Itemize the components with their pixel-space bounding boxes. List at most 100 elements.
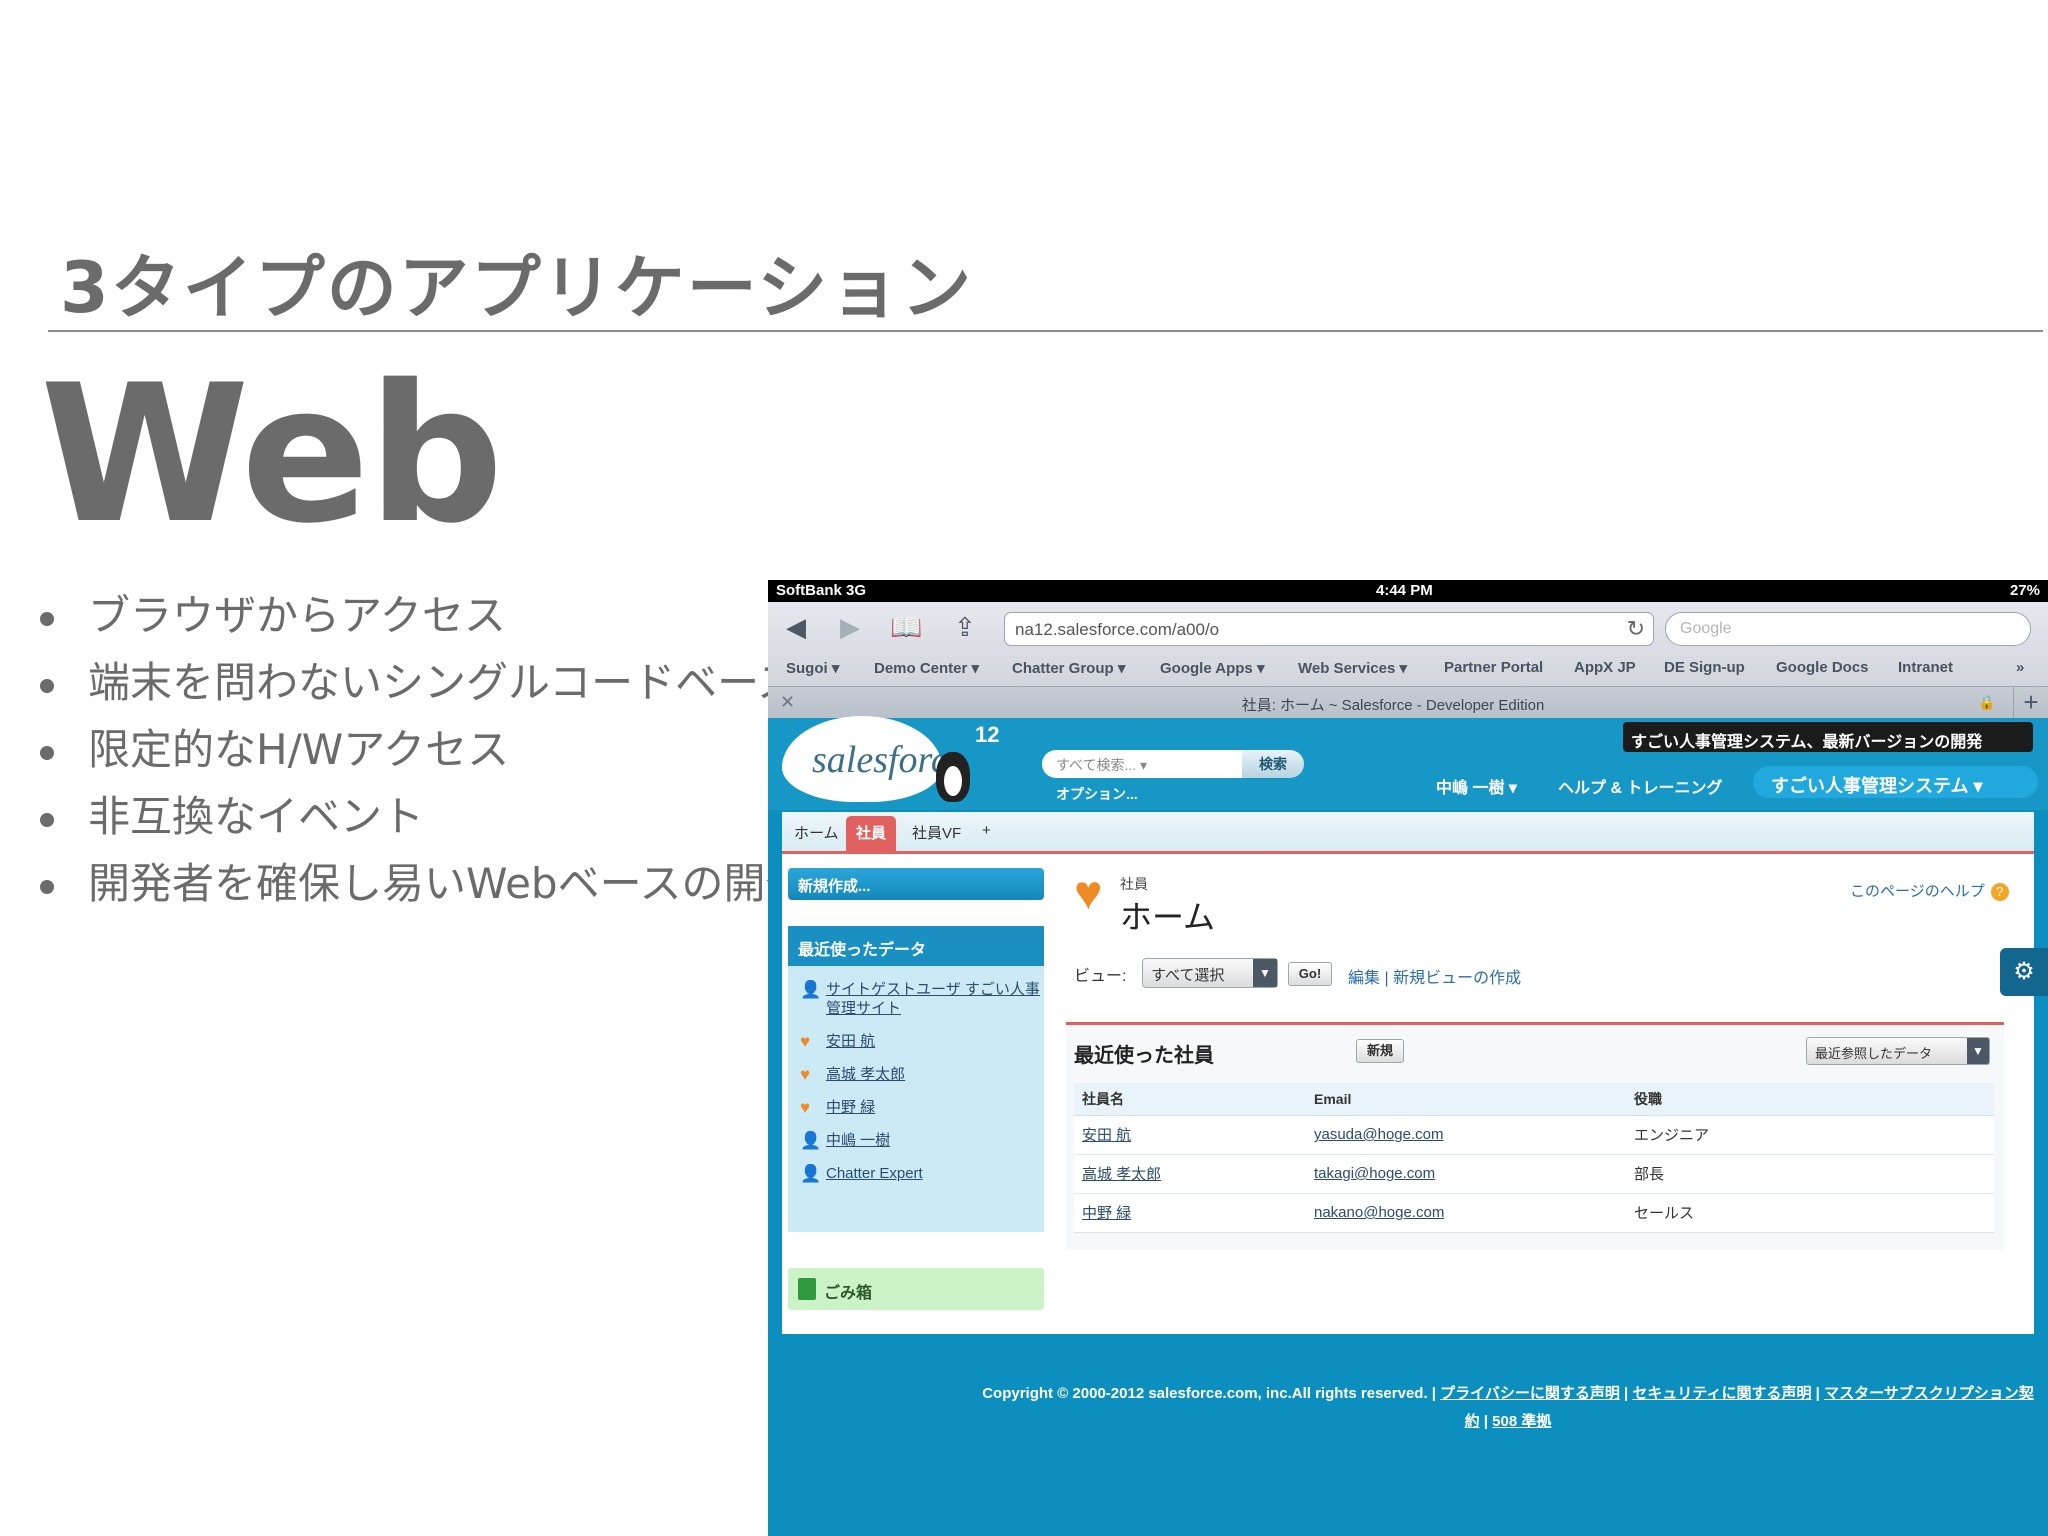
help-icon: ? — [1990, 883, 2009, 901]
app-switcher-menu[interactable]: すごい人事管理システム ▾ — [1753, 766, 2038, 798]
page-title: ホーム — [1120, 899, 1216, 935]
recent-items-panel: 最近使ったデータ 👤 サイトゲストユーザ すごい人事管理サイト ♥ 安田 航 ♥… — [788, 926, 1044, 1232]
view-links: 編集 | 新規ビューの作成 — [1348, 970, 1522, 987]
section-508-link[interactable]: 508 準拠 — [1492, 1413, 1551, 1430]
bullet-item: ブラウザからアクセス — [40, 582, 807, 649]
table-header-row: 社員名 Email 役職 — [1074, 1083, 1994, 1116]
search-options-link[interactable]: オプション... — [1056, 784, 1138, 804]
bullet-list: ブラウザからアクセス 端末を問わないシングルコードベース 限定的なH/Wアクセス… — [40, 582, 807, 917]
bookmark-google-docs[interactable]: Google Docs — [1776, 659, 1869, 676]
object-tab-bar: ホーム 社員 社員VF + — [782, 812, 2034, 854]
recent-item[interactable]: 👤 Chatter Expert — [788, 1164, 1044, 1183]
ios-status-bar: SoftBank 3G 4:44 PM 27% — [768, 580, 2048, 602]
bookmark-sugoi[interactable]: Sugoi ▾ — [786, 659, 839, 677]
gear-icon[interactable]: ⚙ — [2000, 948, 2048, 996]
recent-item[interactable]: ♥ 高城 孝太郎 — [788, 1065, 1044, 1084]
browser-tab-bar: ✕ 社員: ホーム ~ Salesforce - Developer Editi… — [768, 686, 2048, 719]
safari-toolbar: ◀ ▶ 📖 ⇪ na12.salesforce.com/a00/o ↻ Goog… — [768, 602, 2048, 719]
employee-name-link[interactable]: 高城 孝太郎 — [1074, 1154, 1306, 1194]
tab-employees-vf[interactable]: 社員VF — [912, 822, 961, 843]
recent-filter-select[interactable]: 最近参照したデータ ▼ — [1806, 1037, 1990, 1065]
bookmark-partner-portal[interactable]: Partner Portal — [1444, 659, 1543, 676]
column-header[interactable]: Email — [1306, 1083, 1626, 1116]
tab-add-icon[interactable]: + — [982, 822, 991, 839]
bullet-item: 開発者を確保し易いWebベースの開発 — [40, 850, 807, 917]
employee-title: セールス — [1626, 1193, 1994, 1233]
google-search-field[interactable]: Google — [1665, 612, 2031, 646]
recent-item[interactable]: 👤 中嶋 一樹 — [788, 1131, 1044, 1150]
slide-heading: 3タイプのアプリケーション — [60, 247, 974, 329]
penguin-mascot-icon — [936, 752, 970, 802]
bookmark-appx-jp[interactable]: AppX JP — [1574, 659, 1636, 676]
column-header[interactable]: 役職 — [1626, 1083, 1994, 1116]
recent-employees-list: 最近使った社員 新規 最近参照したデータ ▼ 社員名 Email 役職 安田 航… — [1066, 1022, 2004, 1250]
reload-icon[interactable]: ↻ — [1627, 616, 1645, 642]
recent-item[interactable]: 👤 サイトゲストユーザ すごい人事管理サイト — [788, 980, 1044, 1018]
user-icon: 👤 — [800, 980, 822, 999]
user-icon: 👤 — [800, 1131, 822, 1150]
view-select[interactable]: すべて選択 ▼ — [1142, 958, 1278, 988]
recent-item[interactable]: ♥ 中野 緑 — [788, 1098, 1044, 1117]
heart-icon: ♥ — [800, 1098, 811, 1117]
column-header[interactable]: 社員名 — [1074, 1083, 1306, 1116]
heading-divider — [48, 330, 2043, 332]
bullet-item: 端末を問わないシングルコードベース — [40, 649, 807, 716]
heart-icon: ♥ — [800, 1032, 811, 1051]
trash-icon — [798, 1278, 816, 1300]
salesforce-logo[interactable]: salesforce — [782, 716, 965, 802]
copyright-text: Copyright © 2000-2012 salesforce.com, in… — [982, 1385, 1436, 1402]
tab-home[interactable]: ホーム — [794, 822, 839, 843]
new-tab-icon[interactable]: + — [2013, 687, 2048, 719]
bookmarks-overflow-icon[interactable]: » — [2016, 659, 2024, 676]
edit-view-link[interactable]: 編集 — [1348, 970, 1380, 987]
view-label: ビュー: — [1074, 968, 1127, 985]
bookmark-de-signup[interactable]: DE Sign-up — [1664, 659, 1745, 676]
employee-email-link[interactable]: yasuda@hoge.com — [1306, 1115, 1626, 1155]
bookmark-demo-center[interactable]: Demo Center ▾ — [874, 659, 979, 677]
new-view-link[interactable]: 新規ビューの作成 — [1393, 970, 1521, 987]
tab-employees[interactable]: 社員 — [846, 816, 897, 854]
privacy-link[interactable]: プライバシーに関する声明 — [1440, 1385, 1620, 1402]
address-bar[interactable]: na12.salesforce.com/a00/o ↻ — [1004, 612, 1654, 646]
table-row: 安田 航 yasuda@hoge.com エンジニア — [1074, 1115, 1994, 1155]
go-button[interactable]: Go! — [1288, 962, 1332, 986]
user-menu[interactable]: 中嶋 一樹 ▾ — [1436, 774, 1517, 798]
related-list-title: 最近使った社員 — [1074, 1045, 1214, 1067]
search-button[interactable]: 検索 — [1242, 750, 1304, 778]
recent-item[interactable]: ♥ 安田 航 — [788, 1032, 1044, 1051]
bookmarks-book-icon[interactable]: 📖 — [890, 614, 922, 640]
battery-label: 27% — [2009, 582, 2040, 599]
page-help-link[interactable]: このページのヘルプ? — [1850, 880, 2009, 901]
bookmarks-bar: Sugoi ▾ Demo Center ▾ Chatter Group ▾ Go… — [768, 654, 2048, 682]
share-icon[interactable]: ⇪ — [954, 614, 976, 640]
employee-name-link[interactable]: 中野 緑 — [1074, 1193, 1306, 1233]
chevron-down-icon: ▼ — [1253, 959, 1277, 987]
global-search-input[interactable]: すべて検索... ▾ — [1042, 750, 1242, 778]
url-text: na12.salesforce.com/a00/o — [1015, 620, 1220, 639]
new-employee-button[interactable]: 新規 — [1356, 1039, 1404, 1063]
user-icon: 👤 — [800, 1164, 822, 1183]
page-footer: Copyright © 2000-2012 salesforce.com, in… — [982, 1385, 2034, 1430]
bookmark-web-services[interactable]: Web Services ▾ — [1298, 659, 1407, 677]
salesforce-page: ホーム 社員 社員VF + 新規作成... 最近使ったデータ 👤 サイトゲストユ… — [782, 812, 2034, 1334]
employee-name-link[interactable]: 安田 航 — [1074, 1115, 1306, 1155]
bookmark-chatter-group[interactable]: Chatter Group ▾ — [1012, 659, 1125, 677]
help-training-link[interactable]: ヘルプ & トレーニング — [1558, 774, 1722, 798]
release-number: 12 — [975, 722, 1000, 747]
table-row: 高城 孝太郎 takagi@hoge.com 部長 — [1074, 1154, 1994, 1194]
bookmark-google-apps[interactable]: Google Apps ▾ — [1160, 659, 1264, 677]
employee-title: エンジニア — [1626, 1115, 1994, 1155]
security-link[interactable]: セキュリティに関する声明 — [1632, 1385, 1811, 1402]
forward-arrow-icon[interactable]: ▶ — [840, 614, 860, 640]
employee-email-link[interactable]: takagi@hoge.com — [1306, 1154, 1626, 1194]
employee-email-link[interactable]: nakano@hoge.com — [1306, 1193, 1626, 1233]
bookmark-intranet[interactable]: Intranet — [1898, 659, 1953, 676]
tab-title[interactable]: 社員: ホーム ~ Salesforce - Developer Edition — [768, 694, 2018, 715]
salesforce-header: salesforce 12 すべて検索... ▾ 検索 オプション... すごい… — [768, 716, 2048, 810]
back-arrow-icon[interactable]: ◀ — [786, 614, 806, 640]
bullet-item: 非互換なイベント — [40, 783, 807, 850]
create-new-button[interactable]: 新規作成... — [788, 868, 1044, 900]
ipad-screenshot: SoftBank 3G 4:44 PM 27% ◀ ▶ 📖 ⇪ na12.sal… — [768, 580, 2048, 1536]
announcement-banner: すごい人事管理システム、最新バージョンの開発 — [1623, 722, 2033, 752]
recycle-bin-link[interactable]: ごみ箱 — [788, 1268, 1044, 1310]
